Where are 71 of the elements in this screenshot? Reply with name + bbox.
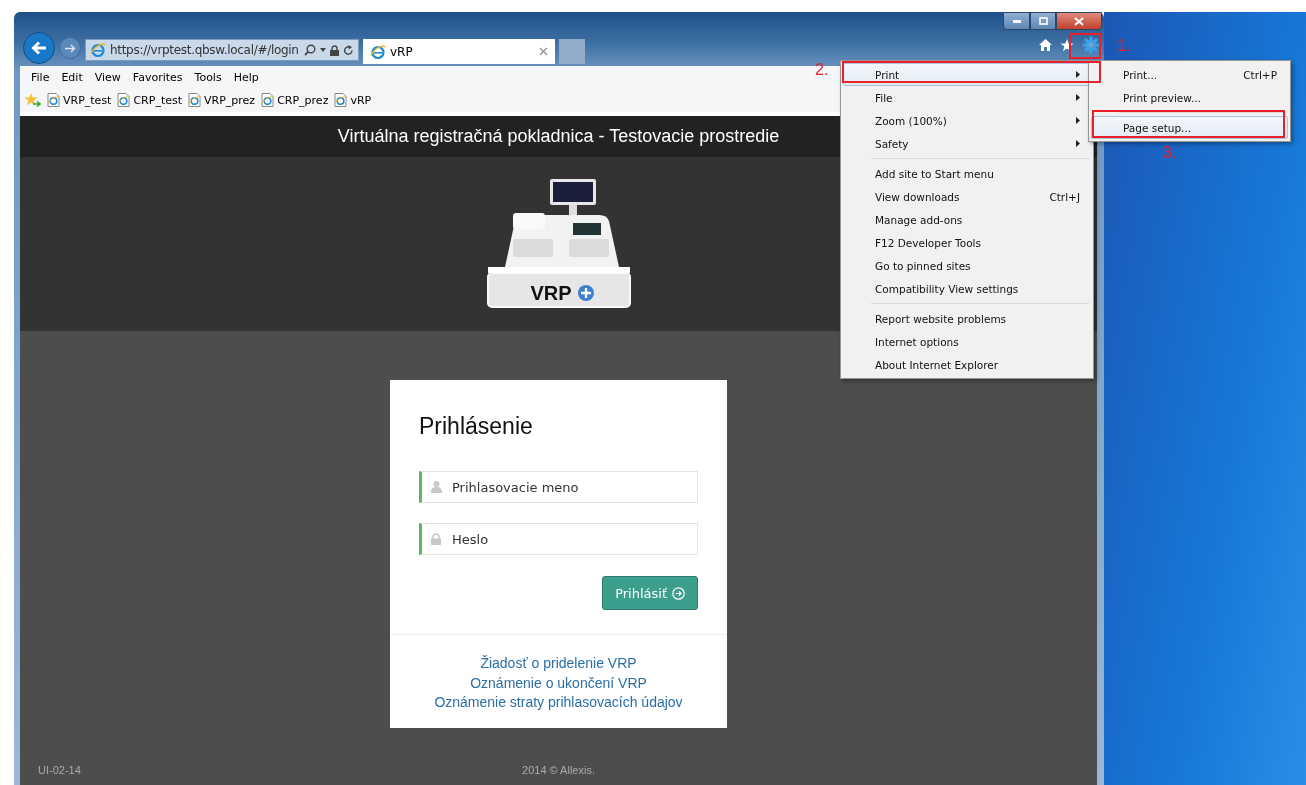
maximize-button[interactable] [1030,12,1056,30]
favorites-star-icon[interactable] [24,92,41,108]
favorite-link[interactable]: CRP_test [133,93,183,107]
link[interactable]: Oznámenie straty prihlasovacích údajov [434,693,683,713]
browser-tab[interactable]: vRP [363,39,555,64]
user-icon [431,481,442,493]
page-icon [117,93,131,107]
caret-icon[interactable] [320,48,326,52]
menu-item[interactable]: Print preview... [1091,86,1288,109]
menu-bar-item[interactable]: Favorites [126,70,189,84]
page-icon [188,93,202,107]
arrow-circle-icon [672,586,685,600]
copyright: 2014 © Allexis. [522,764,595,776]
menu-item[interactable]: Report website problems [843,307,1091,330]
close-button[interactable] [1056,12,1102,30]
menu-item[interactable]: Zoom (100%) [843,109,1091,132]
menu-item[interactable]: About Internet Explorer [843,353,1091,376]
password-field[interactable]: Heslo [419,523,698,555]
menu-item[interactable]: Add site to Start menu [843,162,1091,185]
menu-item[interactable]: Internet options [843,330,1091,353]
menu-item[interactable]: View downloads Ctrl+J [843,185,1091,208]
close-icon [1074,16,1084,26]
address-bar[interactable]: https://vrptest.qbsw.local/#/login [85,39,359,61]
left-arrow-icon [31,41,47,55]
search-icon[interactable] [304,44,316,56]
minimize-button[interactable] [1003,12,1030,30]
maximize-icon [1038,17,1048,25]
page-icon [261,93,275,107]
annotation-frame [1069,33,1101,59]
logo-text: VRP [529,282,572,304]
annotation-label: 3. [1163,144,1177,162]
refresh-icon[interactable] [343,44,354,56]
annotation-label: 1. [1117,37,1131,55]
browser-logo-icon [370,43,386,60]
menu-bar-item[interactable]: Edit [55,70,89,84]
menu-item[interactable]: File [843,86,1091,109]
page-code: UI-02-14 [38,764,81,776]
menu-bar-item[interactable]: Tools [188,70,228,84]
link[interactable]: Žiadosť o pridelenie VRP [480,654,637,674]
page-title: Virtuálna registračná pokladnica - Testovacie prostredie [337,126,780,147]
menu-item[interactable]: Page setup... [1091,116,1288,139]
minimize-icon [1012,19,1021,23]
favorite-link[interactable]: vRP [350,93,372,107]
menu-item[interactable]: Safety [843,132,1091,155]
username-field[interactable]: Prihlasovacie meno [419,471,698,503]
star-icon[interactable] [1060,38,1074,52]
lock-icon [431,533,441,545]
menu-bar-item[interactable]: File [25,70,56,84]
page-icon [47,93,60,107]
menu-bar-item[interactable]: View [88,70,127,84]
menu-item[interactable]: Print [843,63,1091,86]
menu-bar-item[interactable]: Help [227,70,265,84]
close-tab-icon[interactable] [539,47,548,56]
right-arrow-icon [64,43,76,53]
menu-item[interactable]: F12 Developer Tools [843,231,1091,254]
link[interactable]: Oznámenie o ukončení VRP [470,673,647,693]
forward-button[interactable] [59,37,81,59]
login-title: Prihlásenie [419,413,534,440]
address-text: https://vrptest.qbsw.local/#/login [110,43,300,57]
menu-item[interactable]: Manage add-ons [843,208,1091,231]
menu-item[interactable]: Compatibility View settings [843,277,1091,300]
favorite-link[interactable]: VRP_test [63,93,112,107]
favorite-link[interactable]: CRP_prez [277,93,329,107]
favorite-link[interactable]: VRP_prez [204,93,256,107]
browser-logo-icon [90,42,106,58]
menu-item[interactable]: Go to pinned sites [843,254,1091,277]
annotation-label: 2. [815,61,829,79]
home-icon[interactable] [1039,39,1052,51]
back-button[interactable] [23,32,55,64]
page-icon [334,93,348,107]
lock-icon [330,44,339,56]
